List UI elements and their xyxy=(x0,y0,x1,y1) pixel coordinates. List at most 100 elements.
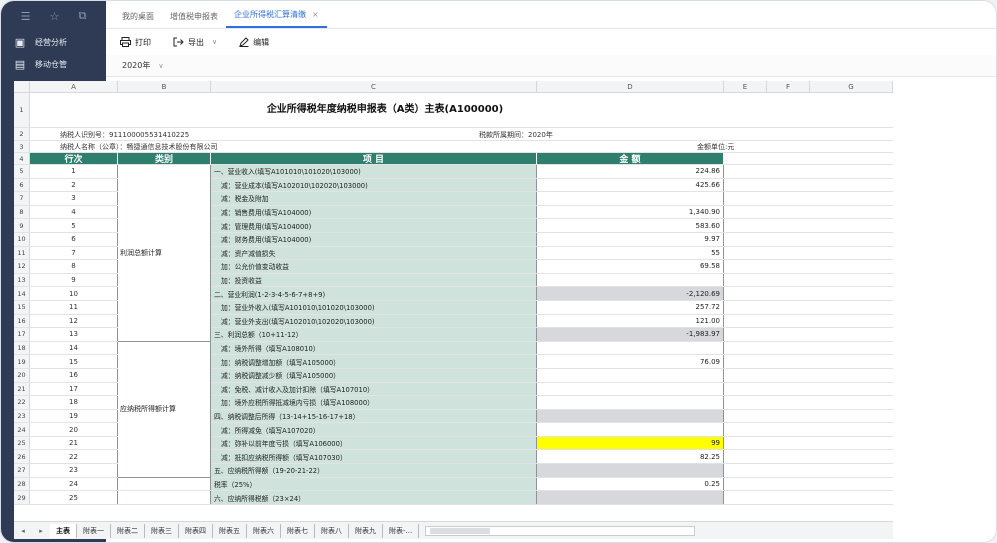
item-cell[interactable]: 一、营业收入(填写A101010\101020\103000) xyxy=(211,165,537,178)
row-number[interactable]: 26 xyxy=(14,450,30,464)
row-number[interactable]: 8 xyxy=(14,205,30,219)
item-cell[interactable]: 减：境外所得（填写A108010） xyxy=(211,341,537,355)
sidebar-item[interactable]: ▣ 经营分析 xyxy=(1,31,106,54)
amount-cell[interactable]: 1,340.90 xyxy=(537,205,724,219)
item-cell[interactable]: 减：资产减值损失 xyxy=(211,246,537,260)
column-header-cell[interactable]: F xyxy=(767,81,810,93)
seq-cell[interactable]: 18 xyxy=(30,396,118,409)
amount-cell[interactable] xyxy=(537,464,724,477)
item-cell[interactable]: 减：营业成本(填写A102010\102020\103000) xyxy=(211,178,537,192)
item-cell[interactable]: 四、纳税调整后所得（13-14+15-16-17+18） xyxy=(211,409,537,423)
amount-cell[interactable]: 0.25 xyxy=(537,477,724,491)
item-cell[interactable]: 减：免税、减计收入及加计扣除（填写A107010） xyxy=(211,382,537,396)
item-cell[interactable]: 减：销售费用(填写A104000) xyxy=(211,205,537,219)
row-number[interactable]: 20 xyxy=(14,368,30,382)
amount-cell[interactable]: 425.66 xyxy=(537,178,724,192)
row-number[interactable]: 24 xyxy=(14,423,30,436)
amount-cell[interactable]: 55 xyxy=(537,246,724,260)
export-button[interactable]: 导出 ∨ xyxy=(173,37,217,48)
seq-cell[interactable]: 19 xyxy=(30,409,118,423)
row-number[interactable]: 6 xyxy=(14,178,30,192)
item-cell[interactable]: 减：财务费用(填写A104000) xyxy=(211,232,537,246)
seq-cell[interactable]: 3 xyxy=(30,192,118,205)
category-cell[interactable] xyxy=(118,491,211,504)
sheet-tab[interactable]: 附表八 xyxy=(315,523,349,538)
seq-cell[interactable]: 6 xyxy=(30,232,118,246)
item-cell[interactable]: 减：税金及附加 xyxy=(211,192,537,205)
seq-cell[interactable]: 9 xyxy=(30,273,118,287)
row-number[interactable]: 18 xyxy=(14,341,30,355)
item-cell[interactable]: 减：弥补以前年度亏损（填写A106000） xyxy=(211,436,537,450)
row-number[interactable]: 15 xyxy=(14,300,30,314)
item-cell[interactable]: 加：营业外收入(填写A101010\101020\103000) xyxy=(211,300,537,314)
sheet-tab[interactable]: 附表-... xyxy=(383,523,420,538)
seq-cell[interactable]: 16 xyxy=(30,368,118,382)
seq-cell[interactable]: 5 xyxy=(30,219,118,232)
amount-cell[interactable]: 9.97 xyxy=(537,232,724,246)
seq-cell[interactable]: 22 xyxy=(30,450,118,464)
sheet-tab[interactable]: 附表六 xyxy=(247,523,281,538)
corner-cell[interactable] xyxy=(14,81,30,93)
seq-cell[interactable]: 11 xyxy=(30,300,118,314)
row-number[interactable]: 28 xyxy=(14,477,30,491)
row-number[interactable]: 2 xyxy=(14,128,30,140)
row-number[interactable]: 4 xyxy=(14,153,30,164)
row-number[interactable]: 27 xyxy=(14,464,30,477)
amount-cell[interactable] xyxy=(537,368,724,382)
seq-cell[interactable]: 7 xyxy=(30,246,118,260)
row-number[interactable]: 7 xyxy=(14,192,30,205)
row-number[interactable]: 13 xyxy=(14,273,30,287)
amount-cell[interactable]: 76.09 xyxy=(537,355,724,368)
row-number[interactable]: 22 xyxy=(14,396,30,409)
seq-cell[interactable]: 10 xyxy=(30,287,118,300)
sidebar-item[interactable]: ▤ 移动仓管 xyxy=(1,54,106,77)
row-number[interactable]: 3 xyxy=(14,141,30,152)
seq-cell[interactable]: 12 xyxy=(30,314,118,328)
expand-icon[interactable]: ⧉ xyxy=(79,9,87,23)
seq-cell[interactable]: 15 xyxy=(30,355,118,368)
sheet-tab[interactable]: 附表一 xyxy=(77,523,111,538)
tab-item[interactable]: 企业所得税汇算清缴 × xyxy=(226,9,327,28)
amount-cell[interactable] xyxy=(537,273,724,287)
column-header-cell[interactable]: A xyxy=(30,81,118,93)
row-number[interactable]: 29 xyxy=(14,491,30,504)
row-number[interactable]: 25 xyxy=(14,436,30,450)
item-cell[interactable]: 加：境外应税所得抵减境内亏损（填写A108000） xyxy=(211,396,537,409)
item-cell[interactable]: 减：纳税调整减少额（填写A105000） xyxy=(211,368,537,382)
item-cell[interactable]: 减：营业外支出(填写A102010\102020\103000) xyxy=(211,314,537,328)
amount-cell[interactable]: 583.60 xyxy=(537,219,724,232)
seq-cell[interactable]: 2 xyxy=(30,178,118,192)
row-number[interactable]: 21 xyxy=(14,382,30,396)
column-header-cell[interactable]: B xyxy=(118,81,211,93)
amount-cell[interactable] xyxy=(537,341,724,355)
seq-cell[interactable]: 25 xyxy=(30,491,118,504)
row-number[interactable]: 5 xyxy=(14,165,30,178)
amount-cell[interactable] xyxy=(537,192,724,205)
item-cell[interactable]: 加：纳税调整增加额（填写A105000） xyxy=(211,355,537,368)
row-number[interactable]: 1 xyxy=(14,93,30,127)
item-cell[interactable]: 减：所得减免（填写A107020） xyxy=(211,423,537,436)
item-cell[interactable]: 加：投资收益 xyxy=(211,273,537,287)
amount-cell[interactable] xyxy=(537,396,724,409)
seq-cell[interactable]: 14 xyxy=(30,341,118,355)
scrollbar-thumb[interactable] xyxy=(430,527,491,534)
amount-cell[interactable]: -1,983.97 xyxy=(537,328,724,341)
tab-item[interactable]: 增值税申报表 xyxy=(162,11,226,28)
seq-cell[interactable]: 21 xyxy=(30,436,118,450)
tab-item[interactable]: 我的桌面 xyxy=(114,11,162,28)
amount-cell[interactable] xyxy=(537,491,724,504)
item-cell[interactable]: 税率（25%） xyxy=(211,477,537,491)
amount-cell[interactable]: 257.72 xyxy=(537,300,724,314)
amount-cell[interactable]: 121.00 xyxy=(537,314,724,328)
seq-cell[interactable]: 23 xyxy=(30,464,118,477)
seq-cell[interactable]: 17 xyxy=(30,382,118,396)
next-sheet-icon[interactable]: ▸ xyxy=(39,527,43,535)
prev-sheet-icon[interactable]: ◂ xyxy=(21,527,25,535)
column-header-cell[interactable]: C xyxy=(211,81,537,93)
seq-cell[interactable]: 24 xyxy=(30,477,118,491)
seq-cell[interactable]: 20 xyxy=(30,423,118,436)
sheet-tab[interactable]: 附表三 xyxy=(145,523,179,538)
amount-cell[interactable]: 82.25 xyxy=(537,450,724,464)
amount-cell[interactable]: 224.86 xyxy=(537,165,724,178)
row-number[interactable]: 12 xyxy=(14,260,30,273)
